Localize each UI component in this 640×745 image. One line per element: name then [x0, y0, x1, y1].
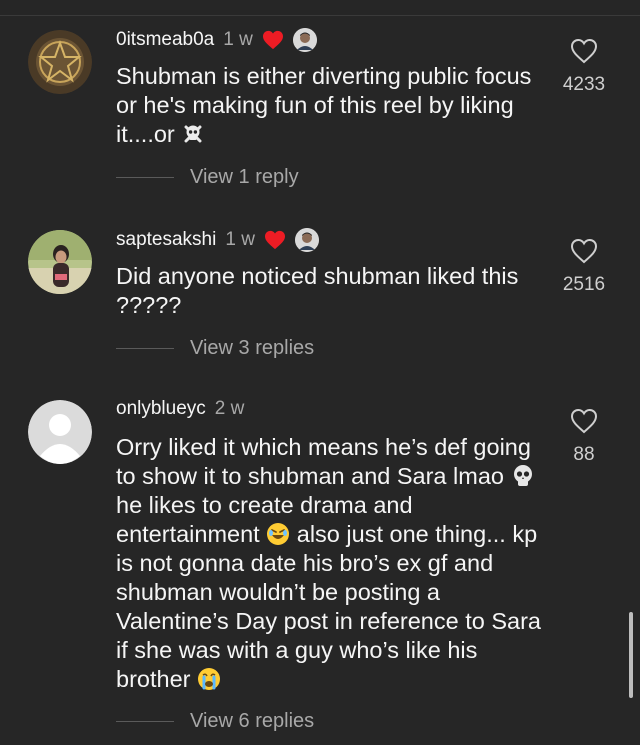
crying-emoji-icon: [198, 668, 220, 690]
default-avatar[interactable]: [28, 400, 92, 464]
view-replies-label: View 1 reply: [190, 166, 299, 188]
like-comment-button[interactable]: 88: [548, 408, 620, 466]
comment-meta: 0itsmeab0a 1 w: [116, 28, 317, 52]
timestamp: 1 w: [223, 29, 253, 50]
top-divider: [0, 15, 640, 16]
like-comment-button[interactable]: 4233: [548, 38, 620, 96]
like-count: 88: [573, 444, 595, 465]
comment-meta: onlyblueyc 2 w: [116, 398, 244, 420]
view-replies-button[interactable]: View 3 replies: [116, 337, 314, 360]
view-replies-label: View 3 replies: [190, 337, 315, 359]
comment-text: Did anyone noticed shubman liked this ??…: [116, 263, 519, 318]
like-comment-button[interactable]: 2516: [548, 238, 620, 296]
avatar[interactable]: [28, 230, 92, 294]
avatar[interactable]: [28, 30, 92, 94]
rofl-emoji-icon: [267, 523, 290, 545]
like-count: 2516: [562, 274, 606, 295]
view-replies-label: View 6 replies: [190, 710, 315, 732]
comment-text: Orry liked it which means he’s def going…: [116, 434, 541, 692]
timestamp: 2 w: [214, 398, 245, 419]
skull-crossbones-icon: [184, 125, 202, 143]
username[interactable]: saptesakshi: [116, 229, 216, 251]
username[interactable]: onlyblueyc: [116, 398, 206, 420]
creator-avatar: [294, 228, 319, 252]
view-replies-button[interactable]: View 1 reply: [116, 166, 299, 189]
timestamp: 1 w: [225, 229, 255, 250]
comment-meta: saptesakshi 1 w: [116, 228, 319, 252]
heart-outline-icon[interactable]: [570, 238, 598, 264]
heart-outline-icon[interactable]: [570, 38, 598, 64]
view-replies-button[interactable]: View 6 replies: [116, 710, 314, 733]
heart-outline-icon[interactable]: [570, 408, 598, 434]
comment-text: Shubman is either diverting public focus…: [116, 63, 532, 147]
username[interactable]: 0itsmeab0a: [116, 29, 214, 51]
replies-divider: [116, 721, 174, 722]
replies-divider: [116, 348, 174, 349]
creator-liked-heart-icon: [264, 230, 285, 250]
skull-icon: [513, 465, 532, 486]
replies-divider: [116, 177, 174, 178]
scrollbar[interactable]: [629, 612, 633, 698]
creator-avatar: [292, 28, 317, 52]
creator-liked-heart-icon: [262, 30, 283, 50]
like-count: 4233: [562, 74, 606, 95]
